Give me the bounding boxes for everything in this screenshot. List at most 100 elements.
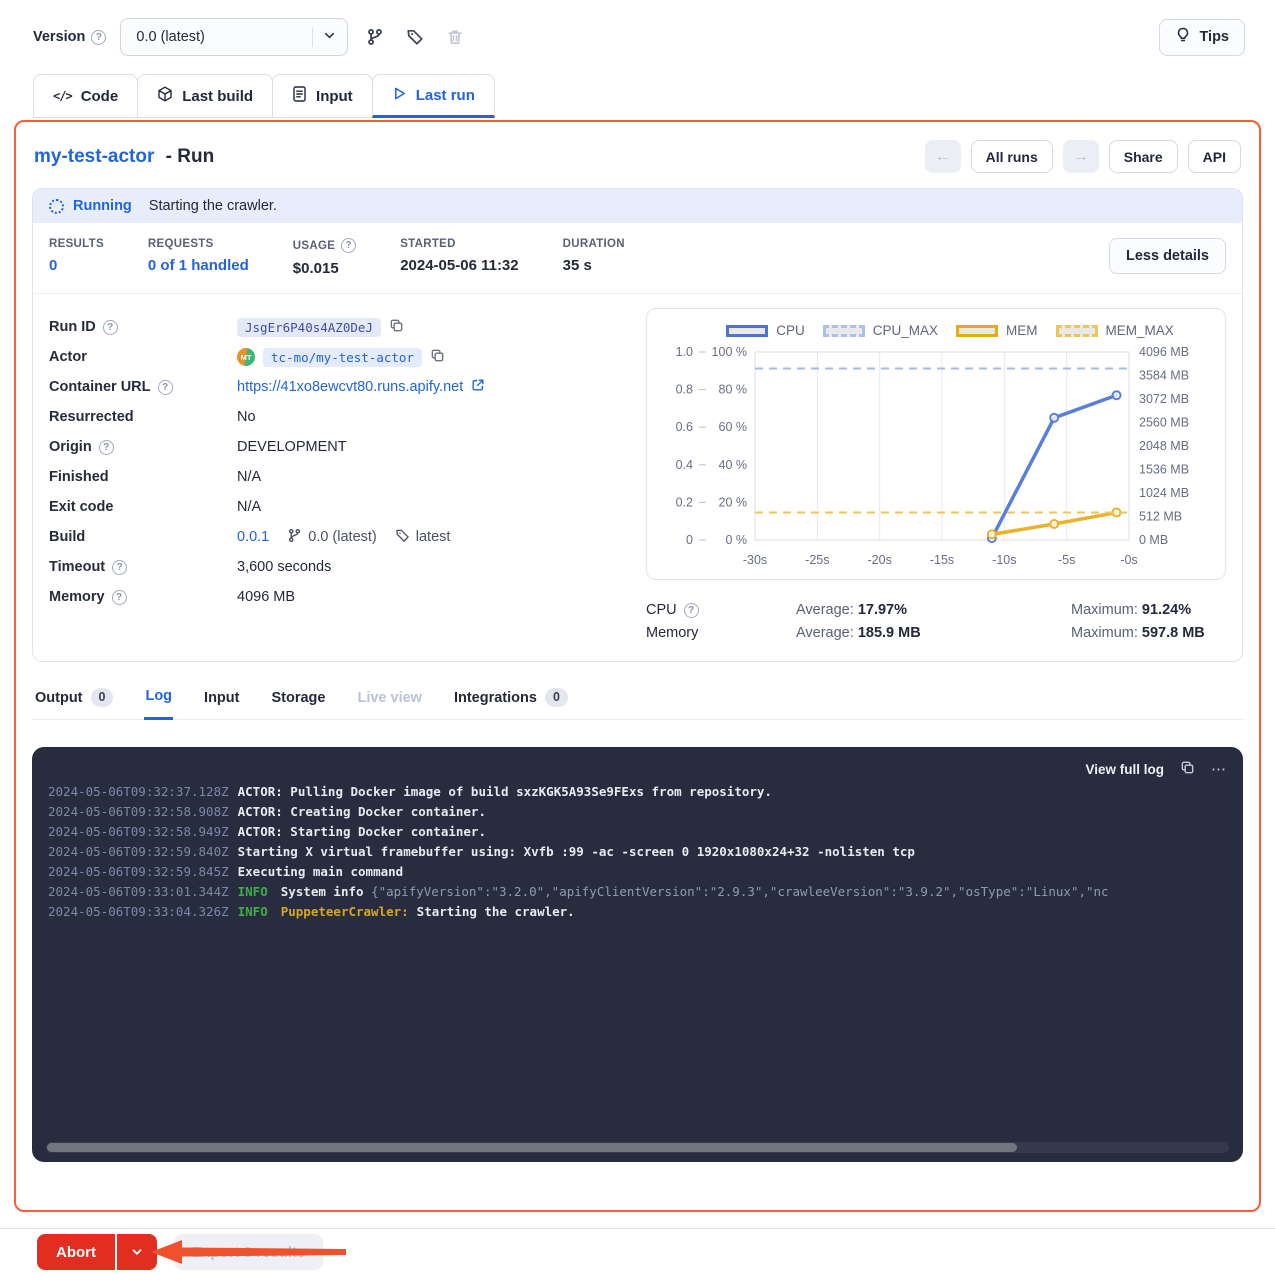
cpu-memory-stats: CPU? Average: 17.97% Maximum: 91.24% Mem… — [646, 602, 1226, 641]
help-icon[interactable]: ? — [341, 238, 356, 253]
status-banner: Running Starting the crawler. — [33, 189, 1242, 223]
status-badge: Running — [73, 198, 132, 214]
more-options-icon[interactable]: ⋯ — [1211, 760, 1227, 778]
svg-text:-25s: -25s — [805, 553, 829, 567]
export-results-button: Export 0 results — [174, 1234, 323, 1270]
log-line: 2024-05-06T09:32:58.949ZACTOR: Starting … — [48, 822, 1227, 842]
legend-swatch — [823, 325, 865, 337]
svg-text:60 %: 60 % — [719, 420, 748, 434]
tab-input[interactable]: Input — [272, 74, 373, 118]
tab-input-storage[interactable]: Input — [203, 684, 240, 720]
tab-integrations[interactable]: Integrations0 — [453, 684, 569, 720]
cpu-average-value: 17.97% — [858, 602, 907, 618]
tab-output[interactable]: Output0 — [34, 684, 114, 720]
tab-code[interactable]: </> Code — [33, 74, 138, 118]
legend-cpu-max[interactable]: CPU_MAX — [823, 323, 938, 338]
svg-text:80 %: 80 % — [719, 383, 748, 397]
svg-text:-10s: -10s — [992, 553, 1016, 567]
requests-value[interactable]: 0 of 1 handled — [148, 257, 249, 274]
help-icon[interactable]: ? — [99, 440, 114, 455]
all-runs-button[interactable]: All runs — [971, 140, 1053, 173]
horizontal-scrollbar[interactable] — [46, 1142, 1229, 1153]
log-line: 2024-05-06T09:32:59.840ZStarting X virtu… — [48, 842, 1227, 862]
tips-label: Tips — [1199, 29, 1229, 45]
copy-icon[interactable] — [1180, 760, 1195, 778]
copy-icon[interactable] — [430, 348, 445, 367]
legend-cpu[interactable]: CPU — [726, 323, 805, 338]
version-dropdown[interactable]: 0.0 (latest) — [120, 18, 348, 56]
svg-text:1.0: 1.0 — [676, 345, 693, 359]
external-link-icon[interactable] — [471, 378, 485, 396]
spinner-icon — [49, 199, 64, 214]
tips-button[interactable]: Tips — [1159, 19, 1245, 56]
legend-mem-max[interactable]: MEM_MAX — [1056, 323, 1174, 338]
resource-usage-chart: CPU CPU_MAX MEM MEM_MAX -30s-25s-20s-15s… — [646, 308, 1226, 580]
scrollbar-thumb[interactable] — [47, 1143, 1017, 1152]
actor-name-link[interactable]: my-test-actor — [34, 146, 154, 167]
row-timeout: Timeout? 3,600 seconds — [49, 552, 622, 582]
log-line: 2024-05-06T09:32:37.128ZACTOR: Pulling D… — [48, 782, 1227, 802]
stat-started: STARTED 2024-05-06 11:32 — [400, 238, 518, 274]
copy-icon[interactable] — [389, 318, 404, 337]
api-button[interactable]: API — [1188, 140, 1241, 173]
help-icon[interactable]: ? — [684, 603, 699, 618]
help-icon[interactable]: ? — [112, 590, 127, 605]
page-title: my-test-actor - Run — [34, 146, 214, 168]
svg-text:0 MB: 0 MB — [1139, 533, 1168, 547]
branch-icon[interactable] — [362, 24, 388, 50]
footer-actions: Abort Export 0 results — [37, 1233, 1275, 1271]
tag-icon[interactable] — [402, 24, 428, 50]
run-properties-list: Run ID? JsgEr6P40s4AZ0DeJ Actor MT tc-mo… — [49, 308, 622, 641]
svg-text:0: 0 — [686, 533, 693, 547]
less-details-button[interactable]: Less details — [1109, 238, 1226, 274]
row-finished: Finished N/A — [49, 462, 622, 492]
status-message: Starting the crawler. — [149, 198, 277, 214]
version-label: Version — [33, 29, 85, 45]
svg-text:2048 MB: 2048 MB — [1139, 439, 1189, 453]
main-tab-bar: </> Code Last build Input Last run — [33, 74, 1275, 118]
version-dropdown-value: 0.0 (latest) — [136, 29, 312, 45]
tab-last-run[interactable]: Last run — [372, 74, 495, 118]
view-full-log-button[interactable]: View full log — [1085, 762, 1164, 777]
share-button[interactable]: Share — [1109, 140, 1178, 173]
results-value[interactable]: 0 — [49, 257, 104, 274]
svg-text:-0s: -0s — [1120, 553, 1137, 567]
cpu-maximum-value: 91.24% — [1142, 602, 1191, 618]
help-icon[interactable]: ? — [91, 30, 106, 45]
row-resurrected: Resurrected No — [49, 402, 622, 432]
memory-average-value: 185.9 MB — [858, 625, 921, 641]
tag-icon — [395, 528, 410, 547]
run-sub-tab-bar: Output0 Log Input Storage Live view Inte… — [32, 684, 1243, 720]
row-run-id: Run ID? JsgEr6P40s4AZ0DeJ — [49, 312, 622, 342]
document-icon — [292, 86, 307, 106]
abort-dropdown-button[interactable] — [115, 1234, 157, 1270]
chevron-down-icon — [322, 28, 337, 46]
build-number-link[interactable]: 0.0.1 — [237, 529, 269, 545]
top-bar: Version ? 0.0 (latest) Tips — [0, 0, 1275, 56]
code-icon: </> — [53, 89, 72, 103]
svg-text:-15s: -15s — [930, 553, 954, 567]
row-exit-code: Exit code N/A — [49, 492, 622, 522]
container-url-link[interactable]: https://41xo8ewcvt80.runs.apify.net — [237, 379, 463, 395]
tab-storage[interactable]: Storage — [270, 684, 326, 720]
actor-badge[interactable]: tc-mo/my-test-actor — [263, 348, 422, 367]
tab-last-build[interactable]: Last build — [137, 74, 273, 118]
legend-mem[interactable]: MEM — [956, 323, 1038, 338]
lightbulb-icon — [1175, 27, 1191, 47]
duration-value: 35 s — [563, 257, 625, 274]
trash-icon — [442, 24, 468, 50]
help-icon[interactable]: ? — [112, 560, 127, 575]
svg-text:100 %: 100 % — [712, 345, 747, 359]
svg-text:1024 MB: 1024 MB — [1139, 486, 1189, 500]
prev-run-button: ← — [925, 140, 961, 173]
tab-log[interactable]: Log — [144, 684, 173, 720]
svg-text:-30s: -30s — [743, 553, 767, 567]
svg-text:4096 MB: 4096 MB — [1139, 345, 1189, 359]
svg-text:2560 MB: 2560 MB — [1139, 416, 1189, 430]
run-detail-container: my-test-actor - Run ← All runs → Share A… — [14, 120, 1261, 1212]
help-icon[interactable]: ? — [103, 320, 118, 335]
package-icon — [157, 86, 173, 106]
log-line: 2024-05-06T09:33:01.344ZINFOSystem info … — [48, 882, 1227, 902]
abort-button[interactable]: Abort — [37, 1234, 115, 1270]
help-icon[interactable]: ? — [158, 380, 173, 395]
